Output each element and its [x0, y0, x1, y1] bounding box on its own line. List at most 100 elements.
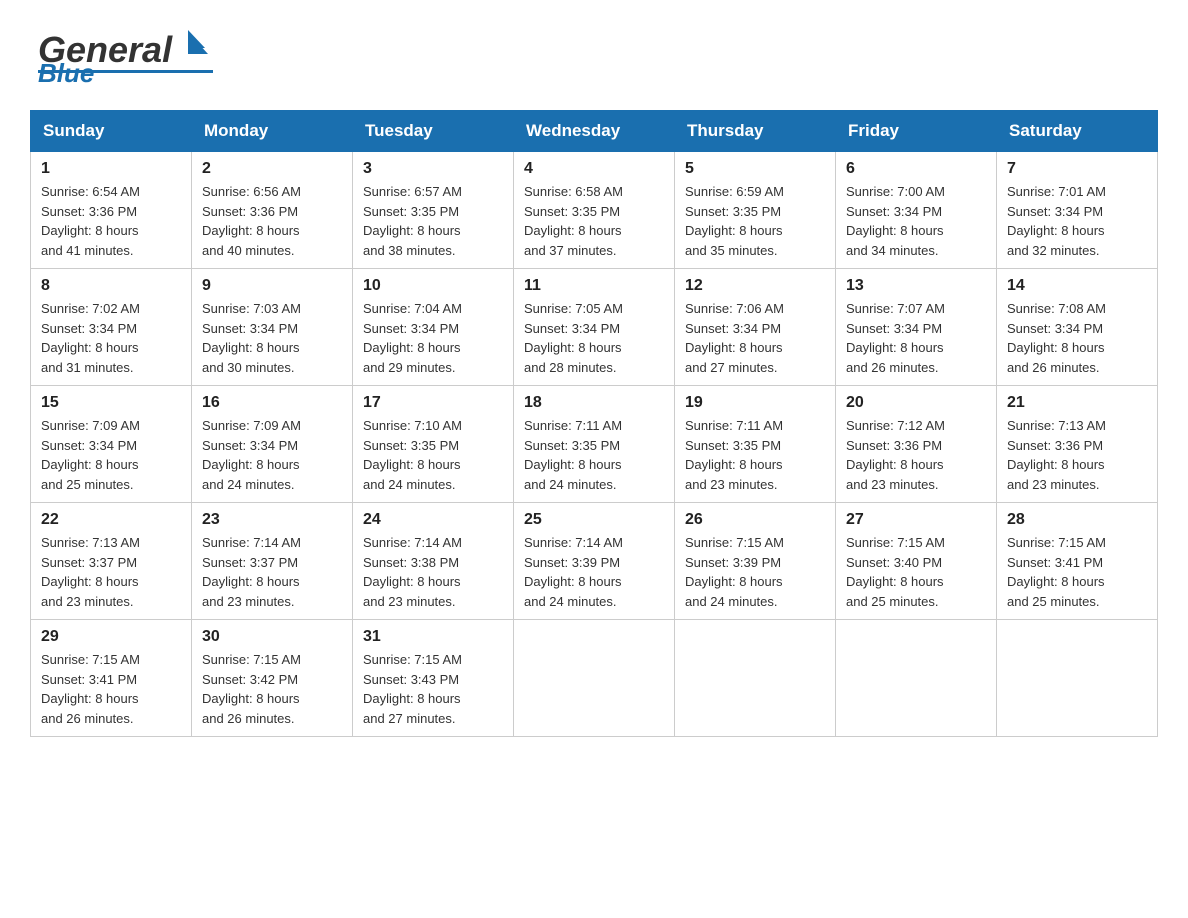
- day-number: 13: [846, 277, 986, 295]
- day-number: 2: [202, 160, 342, 178]
- calendar-cell: 10 Sunrise: 7:04 AMSunset: 3:34 PMDaylig…: [353, 269, 514, 386]
- day-info: Sunrise: 7:11 AMSunset: 3:35 PMDaylight:…: [524, 416, 664, 494]
- day-number: 4: [524, 160, 664, 178]
- day-number: 23: [202, 511, 342, 529]
- day-info: Sunrise: 6:56 AMSunset: 3:36 PMDaylight:…: [202, 182, 342, 260]
- day-info: Sunrise: 7:09 AMSunset: 3:34 PMDaylight:…: [202, 416, 342, 494]
- calendar-cell: 20 Sunrise: 7:12 AMSunset: 3:36 PMDaylig…: [836, 386, 997, 503]
- calendar-cell: 4 Sunrise: 6:58 AMSunset: 3:35 PMDayligh…: [514, 152, 675, 269]
- day-number: 14: [1007, 277, 1147, 295]
- day-number: 10: [363, 277, 503, 295]
- day-number: 21: [1007, 394, 1147, 412]
- calendar-cell: 30 Sunrise: 7:15 AMSunset: 3:42 PMDaylig…: [192, 620, 353, 737]
- day-number: 28: [1007, 511, 1147, 529]
- day-number: 17: [363, 394, 503, 412]
- calendar-cell: 17 Sunrise: 7:10 AMSunset: 3:35 PMDaylig…: [353, 386, 514, 503]
- day-info: Sunrise: 6:58 AMSunset: 3:35 PMDaylight:…: [524, 182, 664, 260]
- day-info: Sunrise: 7:12 AMSunset: 3:36 PMDaylight:…: [846, 416, 986, 494]
- calendar-cell: 24 Sunrise: 7:14 AMSunset: 3:38 PMDaylig…: [353, 503, 514, 620]
- calendar-header-tuesday: Tuesday: [353, 111, 514, 152]
- calendar-cell: 18 Sunrise: 7:11 AMSunset: 3:35 PMDaylig…: [514, 386, 675, 503]
- day-info: Sunrise: 7:00 AMSunset: 3:34 PMDaylight:…: [846, 182, 986, 260]
- day-number: 7: [1007, 160, 1147, 178]
- day-info: Sunrise: 7:07 AMSunset: 3:34 PMDaylight:…: [846, 299, 986, 377]
- day-number: 15: [41, 394, 181, 412]
- day-number: 1: [41, 160, 181, 178]
- calendar-cell: [675, 620, 836, 737]
- calendar-cell: 5 Sunrise: 6:59 AMSunset: 3:35 PMDayligh…: [675, 152, 836, 269]
- calendar-week-4: 22 Sunrise: 7:13 AMSunset: 3:37 PMDaylig…: [31, 503, 1158, 620]
- day-info: Sunrise: 7:15 AMSunset: 3:42 PMDaylight:…: [202, 650, 342, 728]
- day-info: Sunrise: 6:54 AMSunset: 3:36 PMDaylight:…: [41, 182, 181, 260]
- day-number: 16: [202, 394, 342, 412]
- day-number: 27: [846, 511, 986, 529]
- calendar-cell: 6 Sunrise: 7:00 AMSunset: 3:34 PMDayligh…: [836, 152, 997, 269]
- calendar-cell: 16 Sunrise: 7:09 AMSunset: 3:34 PMDaylig…: [192, 386, 353, 503]
- calendar-cell: 11 Sunrise: 7:05 AMSunset: 3:34 PMDaylig…: [514, 269, 675, 386]
- calendar-cell: 1 Sunrise: 6:54 AMSunset: 3:36 PMDayligh…: [31, 152, 192, 269]
- day-number: 12: [685, 277, 825, 295]
- day-number: 30: [202, 628, 342, 646]
- calendar-header-sunday: Sunday: [31, 111, 192, 152]
- day-number: 5: [685, 160, 825, 178]
- day-number: 31: [363, 628, 503, 646]
- day-number: 9: [202, 277, 342, 295]
- calendar-cell: 13 Sunrise: 7:07 AMSunset: 3:34 PMDaylig…: [836, 269, 997, 386]
- day-info: Sunrise: 7:15 AMSunset: 3:43 PMDaylight:…: [363, 650, 503, 728]
- day-number: 8: [41, 277, 181, 295]
- calendar-header-row: SundayMondayTuesdayWednesdayThursdayFrid…: [31, 111, 1158, 152]
- calendar-cell: [836, 620, 997, 737]
- calendar-cell: 8 Sunrise: 7:02 AMSunset: 3:34 PMDayligh…: [31, 269, 192, 386]
- calendar-cell: 26 Sunrise: 7:15 AMSunset: 3:39 PMDaylig…: [675, 503, 836, 620]
- day-info: Sunrise: 7:09 AMSunset: 3:34 PMDaylight:…: [41, 416, 181, 494]
- calendar-week-1: 1 Sunrise: 6:54 AMSunset: 3:36 PMDayligh…: [31, 152, 1158, 269]
- day-number: 24: [363, 511, 503, 529]
- day-info: Sunrise: 7:10 AMSunset: 3:35 PMDaylight:…: [363, 416, 503, 494]
- day-number: 26: [685, 511, 825, 529]
- calendar-cell: 28 Sunrise: 7:15 AMSunset: 3:41 PMDaylig…: [997, 503, 1158, 620]
- calendar-cell: 7 Sunrise: 7:01 AMSunset: 3:34 PMDayligh…: [997, 152, 1158, 269]
- day-number: 29: [41, 628, 181, 646]
- day-number: 20: [846, 394, 986, 412]
- day-number: 18: [524, 394, 664, 412]
- day-info: Sunrise: 7:05 AMSunset: 3:34 PMDaylight:…: [524, 299, 664, 377]
- calendar-cell: 14 Sunrise: 7:08 AMSunset: 3:34 PMDaylig…: [997, 269, 1158, 386]
- calendar-cell: 15 Sunrise: 7:09 AMSunset: 3:34 PMDaylig…: [31, 386, 192, 503]
- day-info: Sunrise: 7:13 AMSunset: 3:36 PMDaylight:…: [1007, 416, 1147, 494]
- calendar-cell: [514, 620, 675, 737]
- day-info: Sunrise: 7:08 AMSunset: 3:34 PMDaylight:…: [1007, 299, 1147, 377]
- calendar-week-3: 15 Sunrise: 7:09 AMSunset: 3:34 PMDaylig…: [31, 386, 1158, 503]
- day-info: Sunrise: 7:02 AMSunset: 3:34 PMDaylight:…: [41, 299, 181, 377]
- calendar-header-thursday: Thursday: [675, 111, 836, 152]
- calendar-cell: 27 Sunrise: 7:15 AMSunset: 3:40 PMDaylig…: [836, 503, 997, 620]
- logo: General Blue: [30, 20, 220, 90]
- day-info: Sunrise: 7:11 AMSunset: 3:35 PMDaylight:…: [685, 416, 825, 494]
- calendar-cell: 23 Sunrise: 7:14 AMSunset: 3:37 PMDaylig…: [192, 503, 353, 620]
- day-number: 3: [363, 160, 503, 178]
- calendar-cell: 3 Sunrise: 6:57 AMSunset: 3:35 PMDayligh…: [353, 152, 514, 269]
- logo-image: General Blue: [30, 20, 220, 90]
- day-info: Sunrise: 7:15 AMSunset: 3:41 PMDaylight:…: [41, 650, 181, 728]
- calendar-cell: 25 Sunrise: 7:14 AMSunset: 3:39 PMDaylig…: [514, 503, 675, 620]
- day-info: Sunrise: 7:01 AMSunset: 3:34 PMDaylight:…: [1007, 182, 1147, 260]
- calendar-cell: 22 Sunrise: 7:13 AMSunset: 3:37 PMDaylig…: [31, 503, 192, 620]
- calendar-header-monday: Monday: [192, 111, 353, 152]
- calendar-cell: [997, 620, 1158, 737]
- calendar-week-5: 29 Sunrise: 7:15 AMSunset: 3:41 PMDaylig…: [31, 620, 1158, 737]
- calendar-cell: 31 Sunrise: 7:15 AMSunset: 3:43 PMDaylig…: [353, 620, 514, 737]
- day-info: Sunrise: 7:04 AMSunset: 3:34 PMDaylight:…: [363, 299, 503, 377]
- day-number: 6: [846, 160, 986, 178]
- calendar-cell: 9 Sunrise: 7:03 AMSunset: 3:34 PMDayligh…: [192, 269, 353, 386]
- day-number: 19: [685, 394, 825, 412]
- calendar-cell: 2 Sunrise: 6:56 AMSunset: 3:36 PMDayligh…: [192, 152, 353, 269]
- page-header: General Blue: [30, 20, 1158, 90]
- day-number: 22: [41, 511, 181, 529]
- day-info: Sunrise: 7:03 AMSunset: 3:34 PMDaylight:…: [202, 299, 342, 377]
- day-info: Sunrise: 7:14 AMSunset: 3:38 PMDaylight:…: [363, 533, 503, 611]
- day-number: 11: [524, 277, 664, 295]
- day-info: Sunrise: 7:15 AMSunset: 3:41 PMDaylight:…: [1007, 533, 1147, 611]
- day-info: Sunrise: 6:57 AMSunset: 3:35 PMDaylight:…: [363, 182, 503, 260]
- day-info: Sunrise: 7:14 AMSunset: 3:37 PMDaylight:…: [202, 533, 342, 611]
- day-info: Sunrise: 7:15 AMSunset: 3:40 PMDaylight:…: [846, 533, 986, 611]
- calendar-cell: 12 Sunrise: 7:06 AMSunset: 3:34 PMDaylig…: [675, 269, 836, 386]
